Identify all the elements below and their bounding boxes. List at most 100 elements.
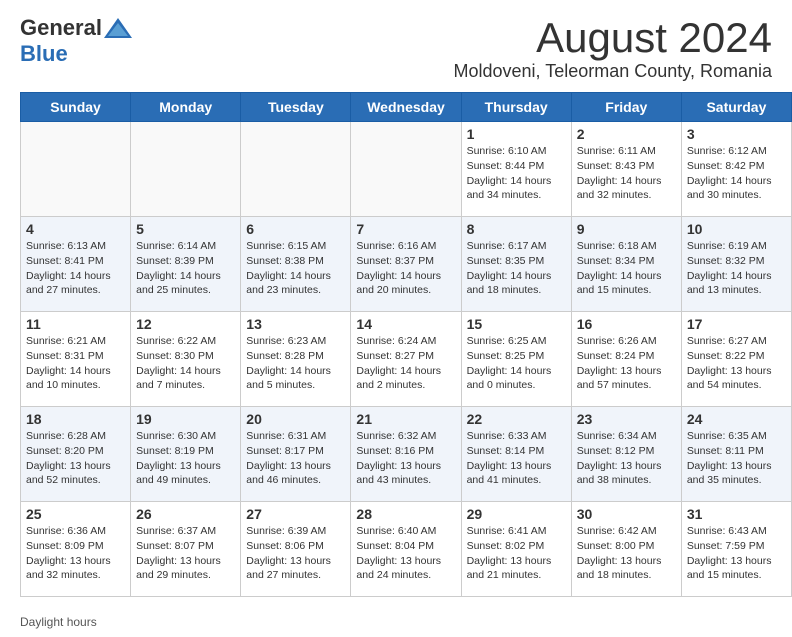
day-info: Sunrise: 6:10 AM Sunset: 8:44 PM Dayligh… <box>467 144 566 203</box>
day-number: 4 <box>26 221 125 237</box>
day-cell: 1 Sunrise: 6:10 AM Sunset: 8:44 PM Daylig… <box>461 122 571 217</box>
day-number: 14 <box>356 316 455 332</box>
logo-blue-text: Blue <box>20 41 68 67</box>
day-header-monday: Monday <box>131 93 241 122</box>
day-number: 11 <box>26 316 125 332</box>
title-block: August 2024 Moldoveni, Teleorman County,… <box>454 15 773 82</box>
day-cell: 11 Sunrise: 6:21 AM Sunset: 8:31 PM Dayli… <box>21 312 131 407</box>
day-info: Sunrise: 6:17 AM Sunset: 8:35 PM Dayligh… <box>467 239 566 298</box>
day-number: 23 <box>577 411 676 427</box>
day-number: 18 <box>26 411 125 427</box>
day-info: Sunrise: 6:21 AM Sunset: 8:31 PM Dayligh… <box>26 334 125 393</box>
day-number: 9 <box>577 221 676 237</box>
day-cell: 23Sunrise: 6:34 AM Sunset: 8:12 PM Dayli… <box>571 407 681 502</box>
day-info: Sunrise: 6:42 AM Sunset: 8:00 PM Dayligh… <box>577 524 676 583</box>
day-info: Sunrise: 6:25 AM Sunset: 8:25 PM Dayligh… <box>467 334 566 393</box>
day-info: Sunrise: 6:26 AM Sunset: 8:24 PM Dayligh… <box>577 334 676 393</box>
page-header: General Blue August 2024 Moldoveni, Tele… <box>0 0 792 92</box>
day-number: 29 <box>467 506 566 522</box>
day-cell: 30Sunrise: 6:42 AM Sunset: 8:00 PM Dayli… <box>571 502 681 597</box>
day-cell: 3 Sunrise: 6:12 AM Sunset: 8:42 PM Daylig… <box>681 122 791 217</box>
day-header-thursday: Thursday <box>461 93 571 122</box>
day-number: 5 <box>136 221 235 237</box>
calendar-table: SundayMondayTuesdayWednesdayThursdayFrid… <box>20 92 792 597</box>
day-info: Sunrise: 6:19 AM Sunset: 8:32 PM Dayligh… <box>687 239 786 298</box>
calendar-week-row: 11 Sunrise: 6:21 AM Sunset: 8:31 PM Dayli… <box>21 312 792 407</box>
day-cell: 8 Sunrise: 6:17 AM Sunset: 8:35 PM Daylig… <box>461 217 571 312</box>
day-cell: 19 Sunrise: 6:30 AM Sunset: 8:19 PM Dayli… <box>131 407 241 502</box>
day-cell: 9 Sunrise: 6:18 AM Sunset: 8:34 PM Daylig… <box>571 217 681 312</box>
day-info: Sunrise: 6:37 AM Sunset: 8:07 PM Dayligh… <box>136 524 235 583</box>
day-info: Sunrise: 6:28 AM Sunset: 8:20 PM Dayligh… <box>26 429 125 488</box>
day-number: 22 <box>467 411 566 427</box>
calendar-week-row: 25 Sunrise: 6:36 AM Sunset: 8:09 PM Dayli… <box>21 502 792 597</box>
day-number: 8 <box>467 221 566 237</box>
day-number: 13 <box>246 316 345 332</box>
main-title: August 2024 <box>454 15 773 61</box>
day-cell: 4 Sunrise: 6:13 AM Sunset: 8:41 PM Daylig… <box>21 217 131 312</box>
day-cell: 2 Sunrise: 6:11 AM Sunset: 8:43 PM Daylig… <box>571 122 681 217</box>
day-number: 1 <box>467 126 566 142</box>
logo-icon <box>104 18 132 38</box>
day-cell: 22Sunrise: 6:33 AM Sunset: 8:14 PM Dayli… <box>461 407 571 502</box>
day-cell <box>351 122 461 217</box>
day-cell <box>131 122 241 217</box>
day-info: Sunrise: 6:32 AM Sunset: 8:16 PM Dayligh… <box>356 429 455 488</box>
day-cell: 18 Sunrise: 6:28 AM Sunset: 8:20 PM Dayli… <box>21 407 131 502</box>
day-number: 21 <box>356 411 455 427</box>
day-number: 31 <box>687 506 786 522</box>
day-number: 6 <box>246 221 345 237</box>
day-info: Sunrise: 6:40 AM Sunset: 8:04 PM Dayligh… <box>356 524 455 583</box>
day-number: 15 <box>467 316 566 332</box>
day-cell: 29 Sunrise: 6:41 AM Sunset: 8:02 PM Dayli… <box>461 502 571 597</box>
day-info: Sunrise: 6:14 AM Sunset: 8:39 PM Dayligh… <box>136 239 235 298</box>
day-number: 19 <box>136 411 235 427</box>
day-info: Sunrise: 6:41 AM Sunset: 8:02 PM Dayligh… <box>467 524 566 583</box>
day-cell: 10 Sunrise: 6:19 AM Sunset: 8:32 PM Dayli… <box>681 217 791 312</box>
day-cell: 20Sunrise: 6:31 AM Sunset: 8:17 PM Dayli… <box>241 407 351 502</box>
calendar-week-row: 1 Sunrise: 6:10 AM Sunset: 8:44 PM Daylig… <box>21 122 792 217</box>
day-cell: 15 Sunrise: 6:25 AM Sunset: 8:25 PM Dayli… <box>461 312 571 407</box>
day-cell: 24Sunrise: 6:35 AM Sunset: 8:11 PM Dayli… <box>681 407 791 502</box>
day-cell: 31Sunrise: 6:43 AM Sunset: 7:59 PM Dayli… <box>681 502 791 597</box>
day-info: Sunrise: 6:31 AM Sunset: 8:17 PM Dayligh… <box>246 429 345 488</box>
day-info: Sunrise: 6:11 AM Sunset: 8:43 PM Dayligh… <box>577 144 676 203</box>
day-info: Sunrise: 6:24 AM Sunset: 8:27 PM Dayligh… <box>356 334 455 393</box>
day-cell: 27 Sunrise: 6:39 AM Sunset: 8:06 PM Dayli… <box>241 502 351 597</box>
day-number: 16 <box>577 316 676 332</box>
day-header-friday: Friday <box>571 93 681 122</box>
subtitle: Moldoveni, Teleorman County, Romania <box>454 61 773 82</box>
day-number: 24 <box>687 411 786 427</box>
day-cell: 25 Sunrise: 6:36 AM Sunset: 8:09 PM Dayli… <box>21 502 131 597</box>
day-number: 28 <box>356 506 455 522</box>
day-header-tuesday: Tuesday <box>241 93 351 122</box>
day-cell: 12Sunrise: 6:22 AM Sunset: 8:30 PM Dayli… <box>131 312 241 407</box>
day-cell <box>21 122 131 217</box>
day-number: 3 <box>687 126 786 142</box>
day-cell: 5 Sunrise: 6:14 AM Sunset: 8:39 PM Daylig… <box>131 217 241 312</box>
day-cell: 6Sunrise: 6:15 AM Sunset: 8:38 PM Daylig… <box>241 217 351 312</box>
day-number: 12 <box>136 316 235 332</box>
day-info: Sunrise: 6:30 AM Sunset: 8:19 PM Dayligh… <box>136 429 235 488</box>
day-info: Sunrise: 6:36 AM Sunset: 8:09 PM Dayligh… <box>26 524 125 583</box>
day-info: Sunrise: 6:39 AM Sunset: 8:06 PM Dayligh… <box>246 524 345 583</box>
day-cell: 21 Sunrise: 6:32 AM Sunset: 8:16 PM Dayli… <box>351 407 461 502</box>
day-number: 26 <box>136 506 235 522</box>
day-header-saturday: Saturday <box>681 93 791 122</box>
day-number: 25 <box>26 506 125 522</box>
day-info: Sunrise: 6:12 AM Sunset: 8:42 PM Dayligh… <box>687 144 786 203</box>
day-cell: 28 Sunrise: 6:40 AM Sunset: 8:04 PM Dayli… <box>351 502 461 597</box>
logo: General Blue <box>20 15 132 67</box>
day-info: Sunrise: 6:27 AM Sunset: 8:22 PM Dayligh… <box>687 334 786 393</box>
calendar-week-row: 18 Sunrise: 6:28 AM Sunset: 8:20 PM Dayli… <box>21 407 792 502</box>
day-number: 27 <box>246 506 345 522</box>
day-info: Sunrise: 6:13 AM Sunset: 8:41 PM Dayligh… <box>26 239 125 298</box>
day-info: Sunrise: 6:18 AM Sunset: 8:34 PM Dayligh… <box>577 239 676 298</box>
day-number: 2 <box>577 126 676 142</box>
day-cell: 13 Sunrise: 6:23 AM Sunset: 8:28 PM Dayli… <box>241 312 351 407</box>
day-info: Sunrise: 6:16 AM Sunset: 8:37 PM Dayligh… <box>356 239 455 298</box>
day-info: Sunrise: 6:23 AM Sunset: 8:28 PM Dayligh… <box>246 334 345 393</box>
calendar-header-row: SundayMondayTuesdayWednesdayThursdayFrid… <box>21 93 792 122</box>
day-number: 10 <box>687 221 786 237</box>
day-header-sunday: Sunday <box>21 93 131 122</box>
